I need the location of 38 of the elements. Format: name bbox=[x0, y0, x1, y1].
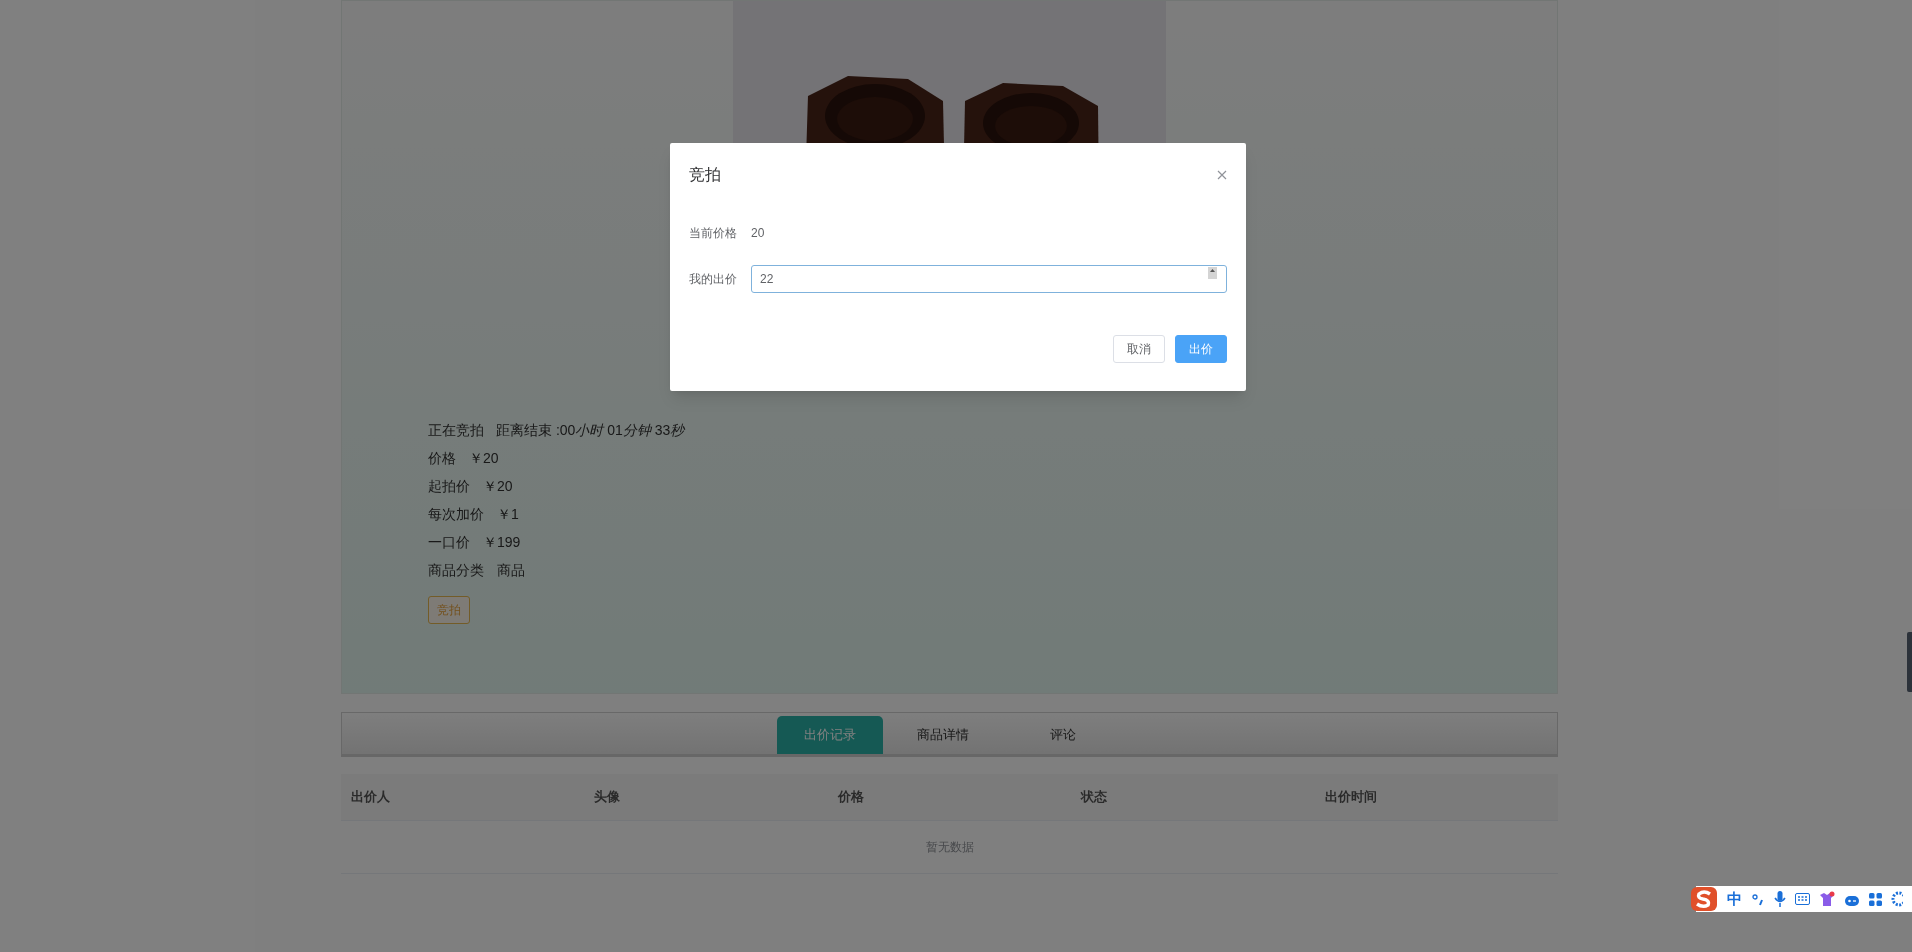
submit-button[interactable]: 出价 bbox=[1175, 335, 1227, 363]
column-header: 出价时间 bbox=[1323, 788, 1378, 807]
tab[interactable]: 评论 bbox=[1002, 716, 1123, 754]
column-header: 状态 bbox=[1079, 788, 1109, 807]
column-header: 出价人 bbox=[350, 788, 391, 807]
detail-label: 价格 bbox=[428, 448, 456, 468]
ime-mode[interactable]: 中 bbox=[1727, 887, 1742, 911]
countdown-text: 距离结束 :00小时 01分钟 33秒 bbox=[496, 420, 685, 440]
spinner-icon[interactable] bbox=[1208, 267, 1217, 279]
detail-value: ￥199 bbox=[483, 532, 521, 552]
punctuation-icon[interactable] bbox=[1751, 892, 1765, 906]
keyboard-icon[interactable] bbox=[1795, 893, 1810, 905]
detail-value: ￥20 bbox=[483, 476, 513, 496]
scrollbar-thumb[interactable] bbox=[1907, 632, 1912, 692]
cancel-button[interactable]: 取消 bbox=[1113, 335, 1165, 363]
detail-label: 起拍价 bbox=[428, 476, 470, 496]
field-label: 当前价格 bbox=[689, 225, 738, 242]
detail-label: 每次加价 bbox=[428, 504, 484, 524]
dialog-title: 竞拍 bbox=[689, 165, 721, 185]
auction-status: 正在竞拍 bbox=[428, 420, 484, 440]
bid-input[interactable]: 22 bbox=[751, 265, 1227, 293]
detail-value: ￥1 bbox=[497, 504, 519, 524]
detail-label: 一口价 bbox=[428, 532, 470, 552]
detail-value: 商品 bbox=[497, 560, 525, 580]
column-header: 价格 bbox=[836, 788, 865, 807]
ime-logo-icon[interactable] bbox=[1690, 885, 1718, 913]
column-header: 头像 bbox=[593, 788, 622, 807]
tab[interactable]: 商品详情 bbox=[882, 716, 1003, 754]
shirt-icon[interactable] bbox=[1819, 891, 1835, 907]
tab[interactable]: 出价记录 bbox=[776, 716, 883, 754]
microphone-icon[interactable] bbox=[1774, 891, 1786, 907]
field-label: 我的出价 bbox=[689, 271, 738, 288]
detail-label: 商品分类 bbox=[428, 560, 484, 580]
settings-icon[interactable] bbox=[1891, 891, 1903, 907]
close-icon[interactable] bbox=[1217, 170, 1227, 180]
detail-value: ￥20 bbox=[469, 448, 499, 468]
grid-icon[interactable] bbox=[1869, 892, 1882, 906]
current-price: 20 bbox=[751, 225, 765, 242]
